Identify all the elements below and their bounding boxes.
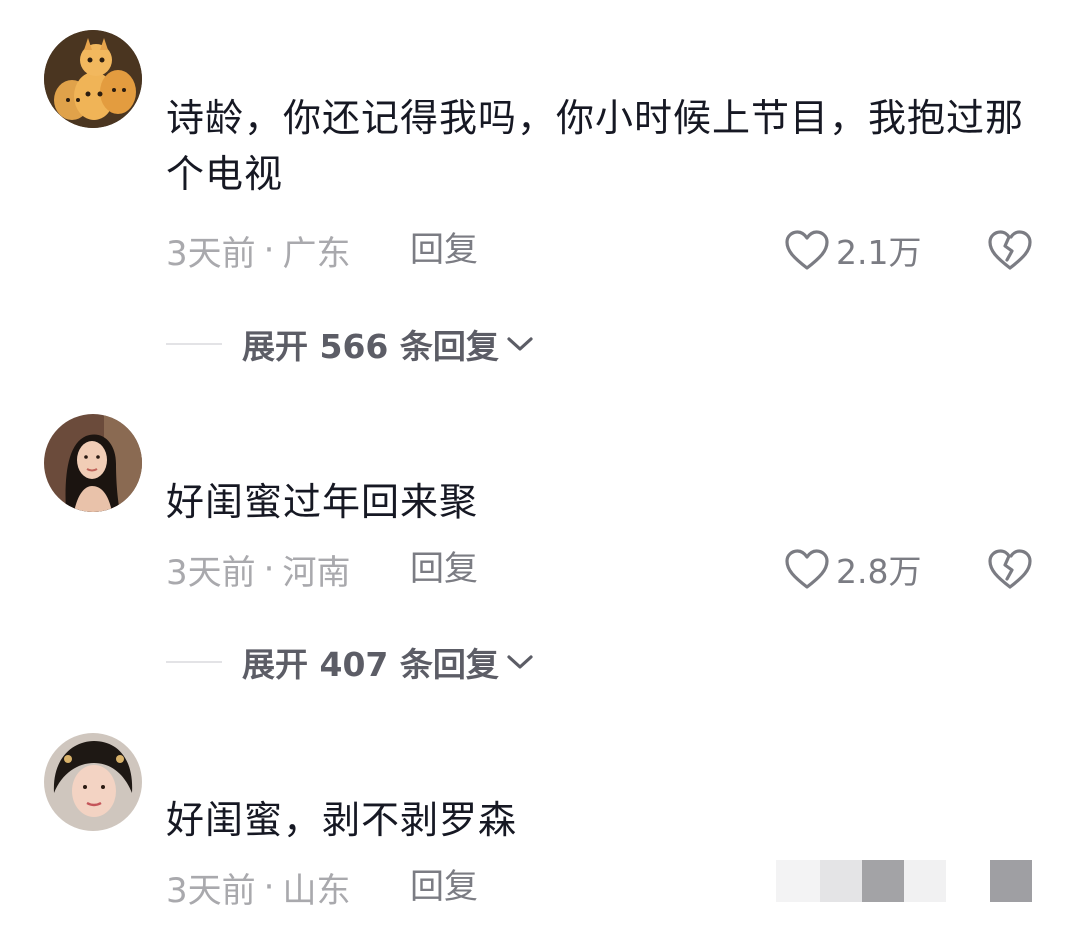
broken-heart-icon	[988, 549, 1032, 589]
obscured-block	[776, 860, 820, 902]
meta-separator: ·	[263, 230, 275, 270]
comment-location: 河南	[282, 552, 351, 593]
comment-meta: 3天前 · 广东	[166, 222, 350, 278]
meta-separator: ·	[263, 549, 275, 589]
avatar[interactable]	[44, 733, 142, 831]
comment-meta: 3天前 · 河南	[166, 541, 350, 597]
avatar[interactable]	[44, 30, 142, 128]
broken-heart-icon	[988, 230, 1032, 270]
chevron-down-icon	[507, 655, 533, 669]
obscured-block	[862, 860, 904, 902]
reply-button[interactable]: 回复	[410, 222, 478, 278]
comment-time: 3天前	[166, 552, 256, 593]
heart-outline-icon	[785, 549, 829, 589]
comment-meta: 3天前 · 山东	[166, 859, 350, 915]
expand-replies-button[interactable]: 展开 566 条回复	[166, 316, 535, 372]
heart-outline-icon	[785, 230, 829, 270]
dislike-button[interactable]	[988, 541, 1034, 597]
comment-location: 山东	[282, 870, 351, 911]
like-button[interactable]: 2.1万	[784, 222, 921, 278]
comment-location: 广东	[282, 233, 351, 274]
avatar[interactable]	[44, 414, 142, 512]
comment-text: 好闺蜜过年回来聚	[166, 480, 479, 524]
expand-replies-label: 展开 407 条回复	[242, 645, 499, 684]
obscured-block	[820, 860, 862, 902]
comment-time: 3天前	[166, 233, 256, 274]
comment-time: 3天前	[166, 870, 256, 911]
reply-button[interactable]: 回复	[410, 541, 478, 597]
expand-replies-label: 展开 566 条回复	[242, 327, 499, 366]
like-count: 2.1万	[836, 233, 922, 272]
chevron-down-icon	[507, 337, 533, 351]
comment-text: 诗龄，你还记得我吗，你小时候上节目，我抱过那个电视	[166, 96, 1025, 196]
like-count: 2.8万	[836, 552, 922, 591]
expand-replies-button[interactable]: 展开 407 条回复	[166, 634, 535, 690]
meta-separator: ·	[263, 867, 275, 907]
obscured-block	[904, 860, 946, 902]
reply-button[interactable]: 回复	[410, 859, 478, 915]
divider	[166, 343, 222, 345]
obscured-block	[990, 860, 1032, 902]
comment-text: 好闺蜜，剥不剥罗森	[166, 798, 518, 842]
like-button[interactable]: 2.8万	[784, 541, 921, 597]
dislike-button[interactable]	[988, 222, 1034, 278]
divider	[166, 661, 222, 663]
